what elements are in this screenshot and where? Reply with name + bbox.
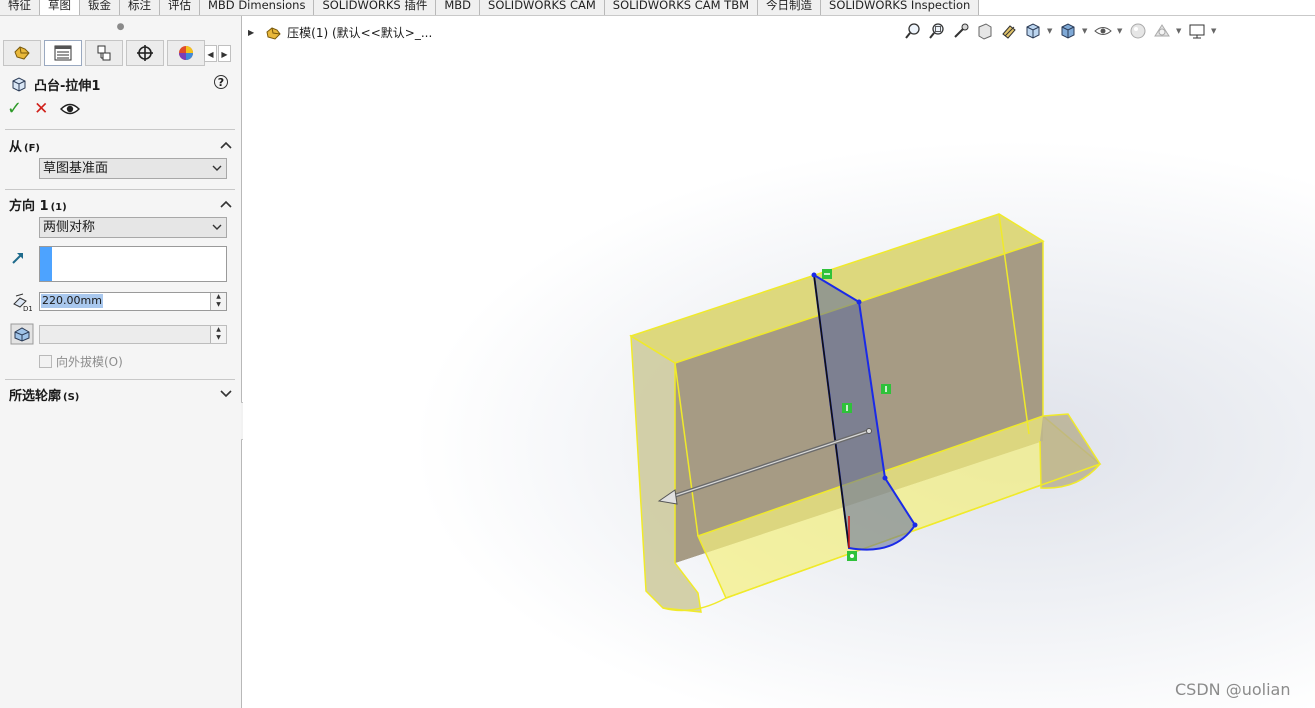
tabs-scroll-right-button[interactable]: ▶ <box>218 45 231 62</box>
dimxpert-tab[interactable] <box>126 40 164 66</box>
tab-2[interactable]: 钣金 <box>80 0 120 15</box>
help-icon[interactable]: ? <box>214 75 228 89</box>
tab-8[interactable]: SOLIDWORKS CAM <box>480 0 605 15</box>
command-manager-tabs: 特征 草图 钣金 标注 评估 MBD Dimensions SOLIDWORKS 插件 MBD… <box>0 0 1315 16</box>
draft-toggle-icon[interactable] <box>10 323 34 345</box>
from-section-header[interactable]: 从 (F) <box>9 136 40 155</box>
dimxpert-icon <box>137 45 153 61</box>
direction1-section-header[interactable]: 方向 1 (1) <box>9 195 67 214</box>
configurationmanager-tab[interactable] <box>85 40 123 66</box>
model-right-end <box>1039 413 1101 489</box>
section-divider <box>5 129 235 130</box>
direction-reference-selection-box[interactable] <box>39 246 227 282</box>
draft-outward-label: 向外拔模(O) <box>56 355 123 369</box>
depth-input[interactable]: 220.00mm ▲ ▼ <box>39 292 227 311</box>
display-manager-tab[interactable] <box>167 40 205 66</box>
propertymanager-icon <box>54 45 72 61</box>
feature-title-label: 凸台-拉伸1 <box>34 78 101 94</box>
reverse-direction-arrow-icon[interactable] <box>10 250 26 266</box>
boss-extrude-icon <box>12 77 26 92</box>
detailed-preview-eye-icon[interactable] <box>60 102 81 116</box>
featuremanager-icon <box>14 46 30 60</box>
tab-1[interactable]: 草图 <box>40 0 80 15</box>
depth-dimension-icon: D1 <box>13 293 32 312</box>
ok-checkmark-icon[interactable]: ✓ <box>7 100 22 118</box>
tab-11[interactable]: SOLIDWORKS Inspection <box>821 0 980 15</box>
tab-4[interactable]: 评估 <box>160 0 200 15</box>
tabs-scroll-left-button[interactable]: ◀ <box>204 45 217 62</box>
end-condition-select[interactable]: 两侧对称 <box>39 217 227 238</box>
depth-input-value: 220.00mm <box>41 294 103 308</box>
draft-outward-checkbox-row: 向外拔模(O) <box>39 353 123 370</box>
feature-title: 凸台-拉伸1 <box>10 74 100 94</box>
selection-focus-bar <box>40 247 52 281</box>
direction1-section-shortcut: (1) <box>50 202 67 213</box>
display-manager-icon <box>179 46 193 60</box>
panel-grip-icon[interactable]: ● <box>0 16 241 38</box>
cancel-x-icon[interactable]: ✕ <box>34 100 48 118</box>
watermark-text: CSDN @uolian <box>1175 680 1291 699</box>
tab-10[interactable]: 今日制造 <box>758 0 822 15</box>
draft-angle-input: ▲ ▼ <box>39 325 227 344</box>
draft-outward-checkbox <box>39 355 52 368</box>
selected-contours-header[interactable]: 所选轮廓 (S) <box>9 385 79 404</box>
extrude-preview-model[interactable] <box>243 16 1315 708</box>
section-divider <box>5 379 235 380</box>
property-manager-panel: ● ◀ ▶ 凸台-拉伸1 ? ✓ ✕ 从 (F) 草图基准面 方向 1 (1) … <box>0 16 242 708</box>
action-buttons: ✓ ✕ <box>7 100 81 118</box>
tab-9[interactable]: SOLIDWORKS CAM TBM <box>604 0 759 15</box>
draft-angle-spinner: ▲ ▼ <box>210 326 226 343</box>
selected-contours-shortcut: (S) <box>63 392 80 403</box>
from-section-label: 从 <box>9 140 23 155</box>
depth-spinner[interactable]: ▲ ▼ <box>210 293 226 310</box>
direction1-collapse-chevron-icon[interactable] <box>220 199 232 209</box>
tab-0[interactable]: 特征 <box>0 0 40 15</box>
tab-3[interactable]: 标注 <box>120 0 160 15</box>
from-section-shortcut: (F) <box>24 143 40 154</box>
tab-6[interactable]: SOLIDWORKS 插件 <box>314 0 437 15</box>
contours-expand-chevron-icon[interactable] <box>220 389 232 399</box>
chevron-down-icon <box>212 165 222 171</box>
chevron-down-icon <box>212 224 222 230</box>
direction1-section-label: 方向 1 <box>9 199 49 214</box>
from-collapse-chevron-icon[interactable] <box>220 140 232 150</box>
svg-text:D1: D1 <box>23 305 32 312</box>
end-condition-value: 两侧对称 <box>43 220 96 235</box>
from-select[interactable]: 草图基准面 <box>39 158 227 179</box>
graphics-area[interactable]: ▶ 压模(1) (默认<<默认>_... ▼ ▼ ▼ ▼ ▼ CSDN @uol… <box>243 16 1315 708</box>
section-divider <box>5 189 235 190</box>
propertymanager-tab[interactable] <box>44 40 82 66</box>
tab-7[interactable]: MBD <box>436 0 481 15</box>
tab-5[interactable]: MBD Dimensions <box>200 0 315 15</box>
configurationmanager-icon <box>97 45 111 61</box>
from-select-value: 草图基准面 <box>43 161 109 176</box>
featuremanager-tab[interactable] <box>3 40 41 66</box>
selected-contours-label: 所选轮廓 <box>9 389 62 404</box>
